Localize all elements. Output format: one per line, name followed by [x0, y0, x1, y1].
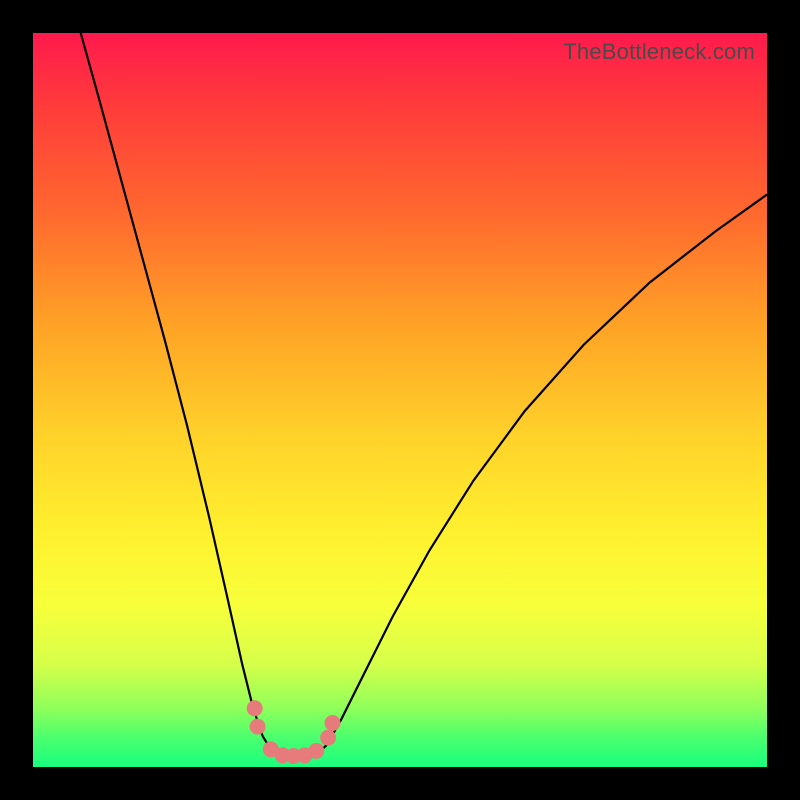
chart-frame: TheBottleneck.com [0, 0, 800, 800]
curve-left [81, 33, 279, 755]
marker-dot [320, 730, 336, 746]
marker-dot [247, 700, 263, 716]
curve-right [316, 195, 767, 756]
curve-layer [33, 33, 767, 767]
marker-group [247, 700, 341, 764]
marker-dot [308, 743, 324, 759]
marker-dot [250, 719, 266, 735]
plot-area: TheBottleneck.com [33, 33, 767, 767]
marker-dot [325, 715, 341, 731]
